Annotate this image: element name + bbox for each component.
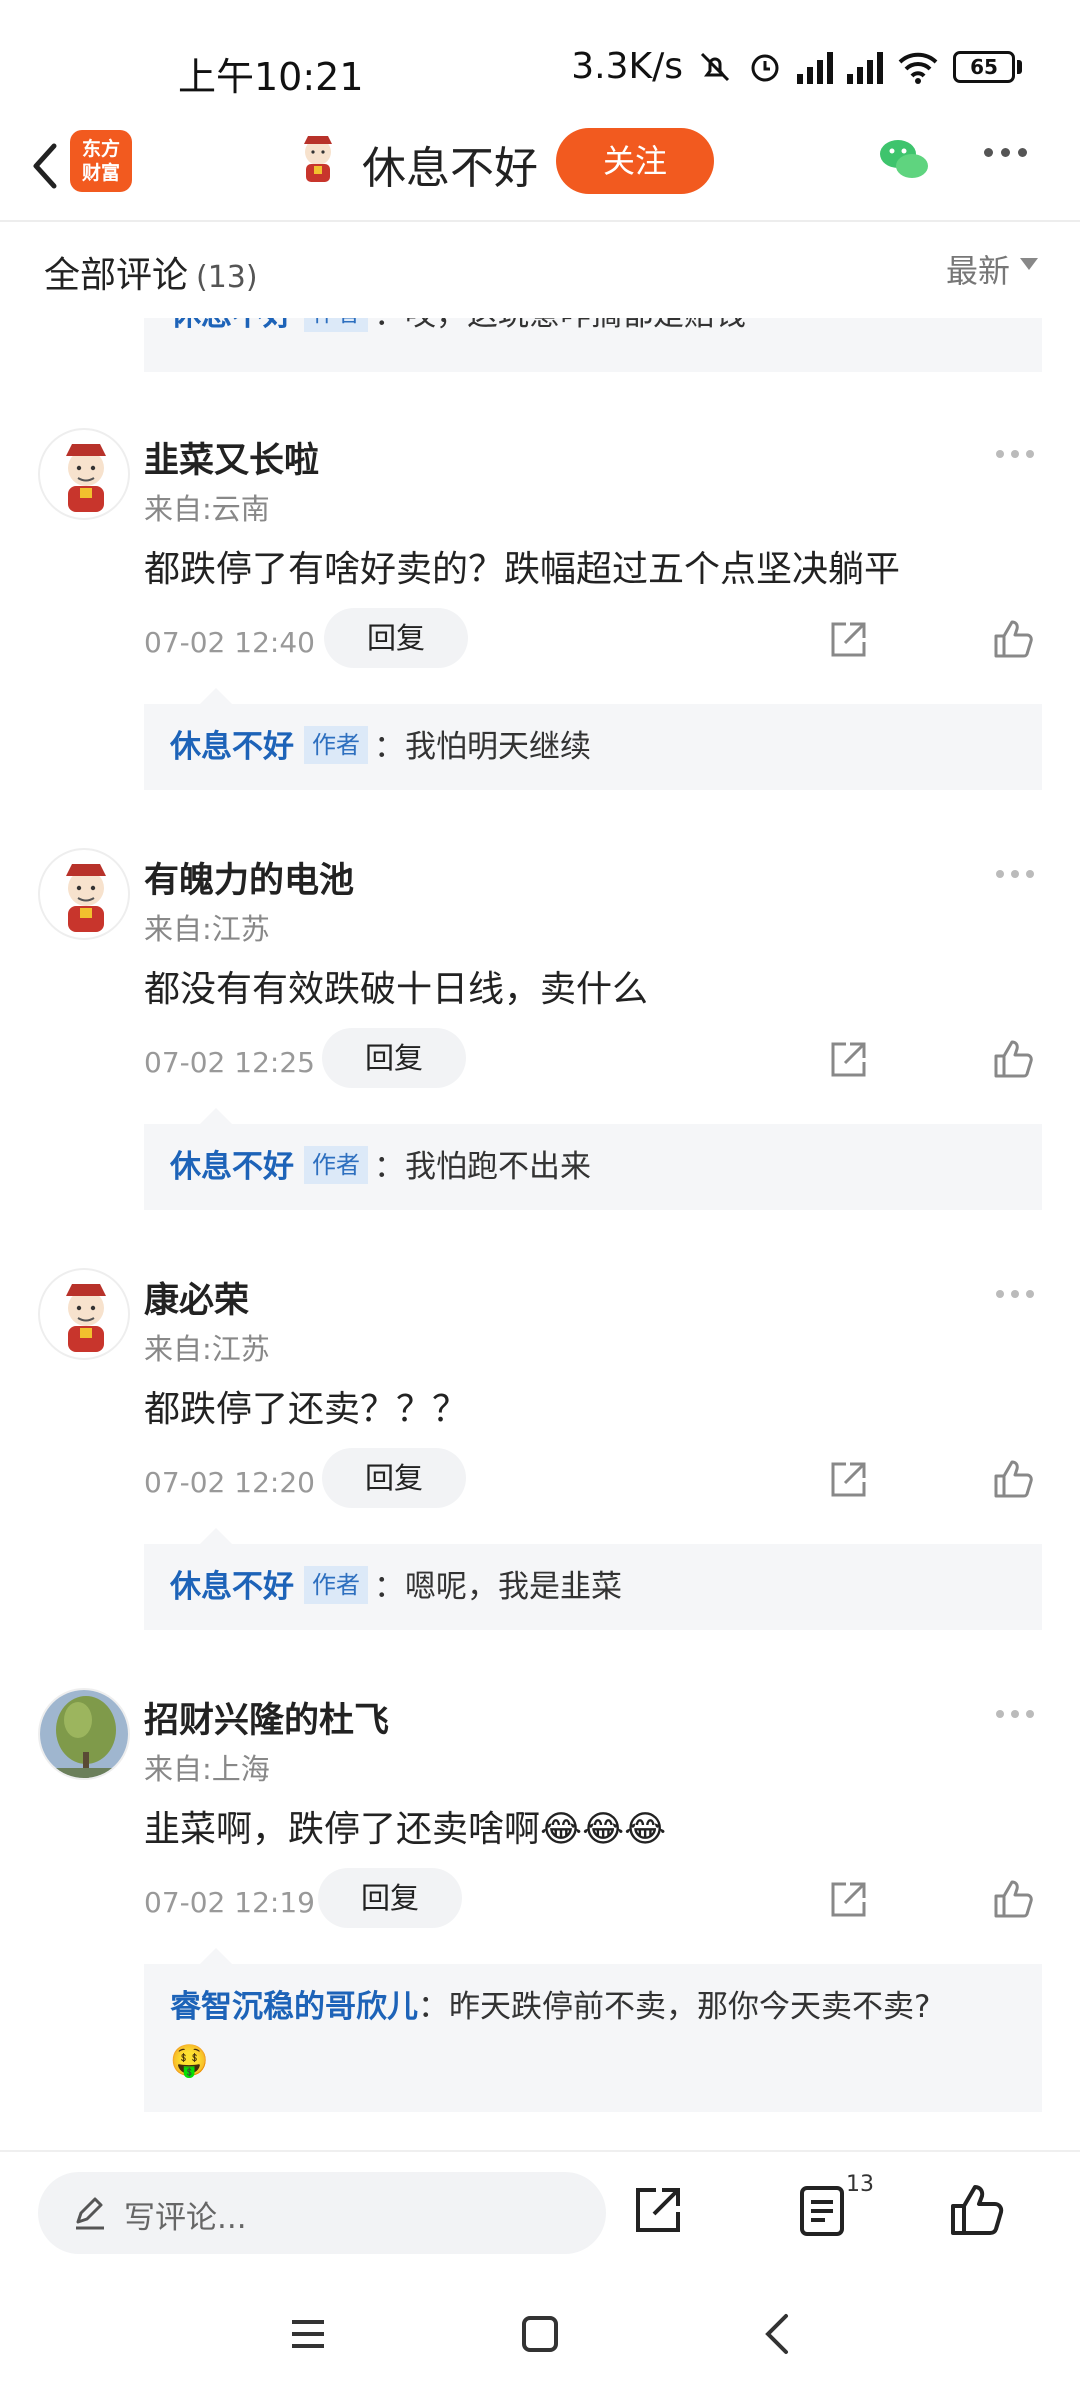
avatar-icon <box>66 444 106 512</box>
comment-username[interactable]: 招财兴隆的杜飞 <box>144 1692 389 1743</box>
comment-count-badge: 13 <box>846 2172 874 2197</box>
comment-username[interactable]: 康必荣 <box>144 1272 249 1323</box>
wifi-icon <box>898 52 938 84</box>
comment-date: 07-02 12:19 <box>144 1886 315 1919</box>
comment-text[interactable]: 韭菜啊，跌停了还卖啥啊😂😂😂 <box>144 1800 666 1852</box>
status-icons: 3.3K/s 65 <box>571 46 1022 87</box>
reply-button[interactable]: 回复 <box>324 608 468 668</box>
avatar[interactable] <box>38 1268 130 1360</box>
all-comments-label: 全部评论 (13) <box>44 255 258 296</box>
back-icon[interactable] <box>758 2312 798 2356</box>
bottom-action-bar: 写评论... 13 <box>0 2150 1080 2270</box>
share-icon[interactable] <box>828 1040 868 1080</box>
comment-date: 07-02 12:20 <box>144 1466 315 1499</box>
reply-box[interactable]: 睿智沉稳的哥欣儿：昨天跌停前不卖，那你今天卖不卖? 🤑 <box>144 1948 1042 2112</box>
comment-username[interactable]: 韭菜又长啦 <box>144 432 319 483</box>
comment-text[interactable]: 都跌停了有啥好卖的？跌幅超过五个点坚决躺平 <box>144 540 900 592</box>
reply-box[interactable]: 休息不好 作者 ：嗯呢，我是韭菜 <box>144 1528 1042 1630</box>
comment-location: 来自:江苏 <box>144 912 270 946</box>
avatar[interactable] <box>38 1688 130 1780</box>
thumbs-up-icon[interactable] <box>992 1038 1034 1080</box>
menu-icon[interactable] <box>288 2314 328 2354</box>
alarm-icon <box>751 54 779 81</box>
comment-count: (13) <box>196 260 258 295</box>
reply-text: ：我怕明天继续 <box>374 729 591 765</box>
signal-icon <box>797 50 833 84</box>
reply-author-name[interactable]: 休息不好 <box>170 1569 294 1605</box>
pencil-icon <box>76 2197 104 2230</box>
comment-more-icon[interactable] <box>996 450 1034 458</box>
battery-level: 65 <box>970 54 998 79</box>
top-header: 东方 财富 休息不好 关注 <box>0 120 1080 220</box>
emoji: 🤑 <box>170 2043 209 2079</box>
reply-box[interactable]: 休息不好 作者 ：我怕跑不出来 <box>144 1108 1042 1210</box>
comment-placeholder: 写评论... <box>124 2200 247 2236</box>
thumbs-up-icon[interactable] <box>948 2182 1004 2238</box>
share-icon[interactable] <box>632 2184 684 2236</box>
network-speed: 3.3K/s <box>571 46 683 87</box>
share-icon[interactable] <box>828 1880 868 1920</box>
reply-button[interactable]: 回复 <box>322 1028 466 1088</box>
comment-more-icon[interactable] <box>996 1710 1034 1718</box>
page-title: 休息不好 <box>362 143 538 194</box>
system-nav-bar <box>0 2280 1080 2400</box>
tree-photo-avatar-icon <box>40 1690 128 1778</box>
thumbs-up-icon[interactable] <box>992 618 1034 660</box>
comment-location: 来自:江苏 <box>144 1332 270 1366</box>
thumbs-up-icon[interactable] <box>992 1878 1034 1920</box>
avatar[interactable] <box>38 848 130 940</box>
reply-button[interactable]: 回复 <box>318 1868 462 1928</box>
comment-location: 来自:云南 <box>144 492 270 526</box>
reply-author-name[interactable]: 睿智沉稳的哥欣儿 <box>170 1989 418 2025</box>
avatar-icon <box>66 1284 106 1352</box>
status-time: 上午10:21 <box>178 55 364 99</box>
home-square-icon[interactable] <box>520 2314 560 2354</box>
comment-location: 来自:上海 <box>144 1752 270 1786</box>
reply-text: ：昨天跌停前不卖，那你今天卖不卖? <box>418 1989 931 2025</box>
author-badge: 作者 <box>304 1146 368 1184</box>
author-badge: 作者 <box>304 726 368 764</box>
avatar-icon <box>66 864 106 932</box>
app-logo[interactable]: 东方 财富 <box>70 130 132 192</box>
reply-author-name[interactable]: 休息不好 <box>170 1149 294 1185</box>
sort-dropdown[interactable]: 最新 <box>946 246 1010 292</box>
reply-author-name[interactable]: 休息不好 <box>170 729 294 765</box>
share-icon[interactable] <box>828 1460 868 1500</box>
reply-button[interactable]: 回复 <box>322 1448 466 1508</box>
comment-date: 07-02 12:40 <box>144 626 315 659</box>
author-badge: 作者 <box>304 1566 368 1604</box>
user-avatar-icon[interactable] <box>290 130 346 186</box>
comment-more-icon[interactable] <box>996 1290 1034 1298</box>
avatar[interactable] <box>38 428 130 520</box>
more-options-icon[interactable] <box>984 148 1027 157</box>
status-bar: 上午10:21 3.3K/s 65 <box>0 0 1080 120</box>
reply-text: ：我怕跑不出来 <box>374 1149 591 1185</box>
comment-date: 07-02 12:25 <box>144 1046 315 1079</box>
comment-section-header: 全部评论 (13) 最新 <box>0 222 1080 318</box>
signal-icon <box>847 50 883 84</box>
battery-icon: 65 <box>953 50 1022 83</box>
caret-down-icon[interactable] <box>1020 258 1038 270</box>
follow-button[interactable]: 关注 <box>556 128 714 194</box>
comment-username[interactable]: 有魄力的电池 <box>144 852 354 903</box>
thumbs-up-icon[interactable] <box>992 1458 1034 1500</box>
reply-box[interactable]: 休息不好 作者 ：我怕明天继续 <box>144 688 1042 790</box>
comment-more-icon[interactable] <box>996 870 1034 878</box>
share-icon[interactable] <box>828 620 868 660</box>
comment-input[interactable]: 写评论... <box>38 2172 606 2254</box>
comment-text[interactable]: 都没有有效跌破十日线，卖什么 <box>144 960 648 1012</box>
reply-text: ：嗯呢，我是韭菜 <box>374 1569 622 1605</box>
wechat-icon[interactable] <box>876 136 932 184</box>
comment-text[interactable]: 都跌停了还卖？？？ <box>144 1380 468 1432</box>
comments-list-icon[interactable] <box>798 2184 846 2238</box>
mute-icon <box>700 52 730 81</box>
